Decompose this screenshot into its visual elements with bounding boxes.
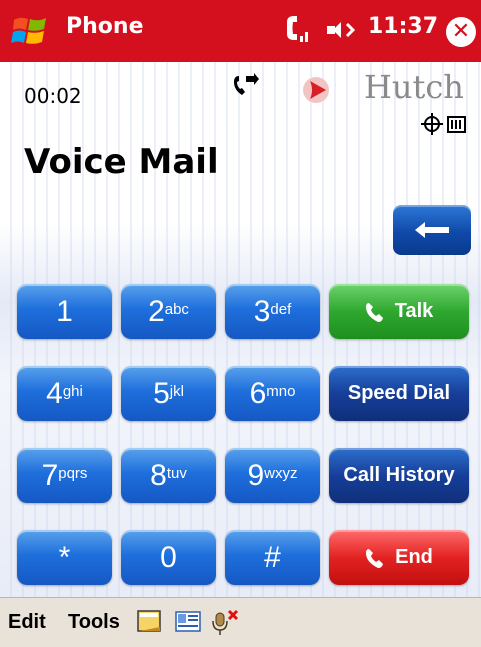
call-history-label: Call History xyxy=(343,464,455,486)
end-label: End xyxy=(395,546,433,568)
key-6[interactable]: 6mno xyxy=(225,366,320,421)
key-3[interactable]: 3def xyxy=(225,284,320,339)
speed-dial-label: Speed Dial xyxy=(347,382,451,404)
gps-icon xyxy=(421,113,443,135)
key-2[interactable]: 2abc xyxy=(121,284,216,339)
speed-dial-button[interactable]: Speed Dial xyxy=(329,366,469,421)
close-button[interactable]: ✕ xyxy=(446,17,476,47)
talk-button[interactable]: Talk xyxy=(329,284,469,339)
call-history-button[interactable]: Call History xyxy=(329,448,469,503)
key-1[interactable]: 1 xyxy=(17,284,112,339)
close-icon: ✕ xyxy=(451,19,471,44)
call-forward-icon xyxy=(234,73,259,95)
windows-start-icon[interactable] xyxy=(10,12,54,50)
mute-mic-icon[interactable] xyxy=(210,609,240,637)
clock: 11:37 xyxy=(368,14,439,39)
signal-icon[interactable] xyxy=(284,14,312,46)
speaker-icon[interactable] xyxy=(323,14,359,46)
key-7[interactable]: 7pqrs xyxy=(17,448,112,503)
phone-icon xyxy=(366,548,384,568)
app-title: Phone xyxy=(66,14,144,39)
key-8[interactable]: 8tuv xyxy=(121,448,216,503)
key-4[interactable]: 4ghi xyxy=(17,366,112,421)
menu-tools[interactable]: Tools xyxy=(68,611,120,634)
menu-edit[interactable]: Edit xyxy=(8,611,46,634)
menu-bar: Edit Tools xyxy=(0,597,481,647)
carrier-name: Hutch xyxy=(364,68,464,106)
call-timer: 00:02 xyxy=(24,84,82,108)
end-button[interactable]: End xyxy=(329,530,469,585)
phone-icon xyxy=(365,302,383,322)
backspace-button[interactable] xyxy=(393,205,471,255)
backspace-arrow-icon xyxy=(415,222,449,238)
key-9[interactable]: 9wxyz xyxy=(225,448,320,503)
key-0[interactable]: 0 xyxy=(121,530,216,585)
note-icon[interactable] xyxy=(136,609,164,635)
call-title: Voice Mail xyxy=(24,142,219,182)
call-screen: 00:02 Hutch Voice Mail 1 2abc 3def Talk xyxy=(0,62,481,597)
title-bar: Phone 11:37 ✕ xyxy=(0,0,481,62)
talk-label: Talk xyxy=(394,300,434,322)
contact-card-icon[interactable] xyxy=(174,609,202,635)
key-5[interactable]: 5jkl xyxy=(121,366,216,421)
key-star[interactable]: * xyxy=(17,530,112,585)
battery-icon xyxy=(447,116,466,133)
key-hash[interactable]: # xyxy=(225,530,320,585)
carrier-logo-icon xyxy=(303,77,329,103)
